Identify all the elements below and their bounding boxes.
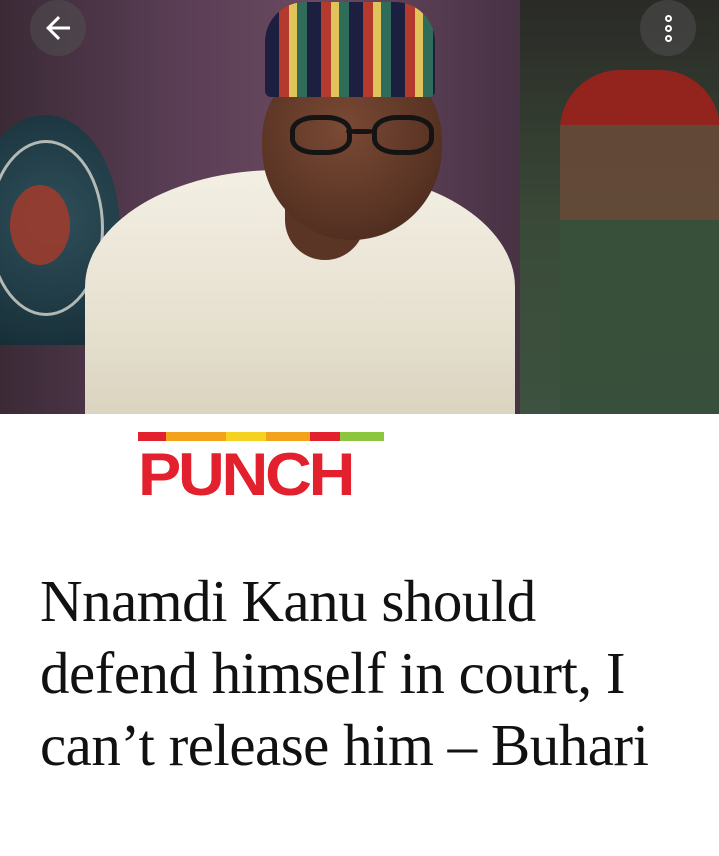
glasses <box>290 115 440 157</box>
logo-wordmark: PUNCH <box>138 441 355 508</box>
seal-emblem <box>10 185 70 265</box>
more-options-button[interactable] <box>640 0 696 56</box>
article-headline: Nnamdi Kanu should defend himself in cou… <box>40 568 649 778</box>
article-view: PUNCH Nnamdi Kanu should defend himself … <box>0 0 719 856</box>
back-button[interactable] <box>30 0 86 56</box>
more-vertical-icon <box>664 14 672 42</box>
arrow-left-icon <box>46 16 70 40</box>
publisher-logo: PUNCH <box>138 432 384 510</box>
hero-image <box>0 0 719 414</box>
logo-color-stripe <box>138 432 384 441</box>
background-officer <box>560 70 719 414</box>
cap <box>265 2 435 97</box>
